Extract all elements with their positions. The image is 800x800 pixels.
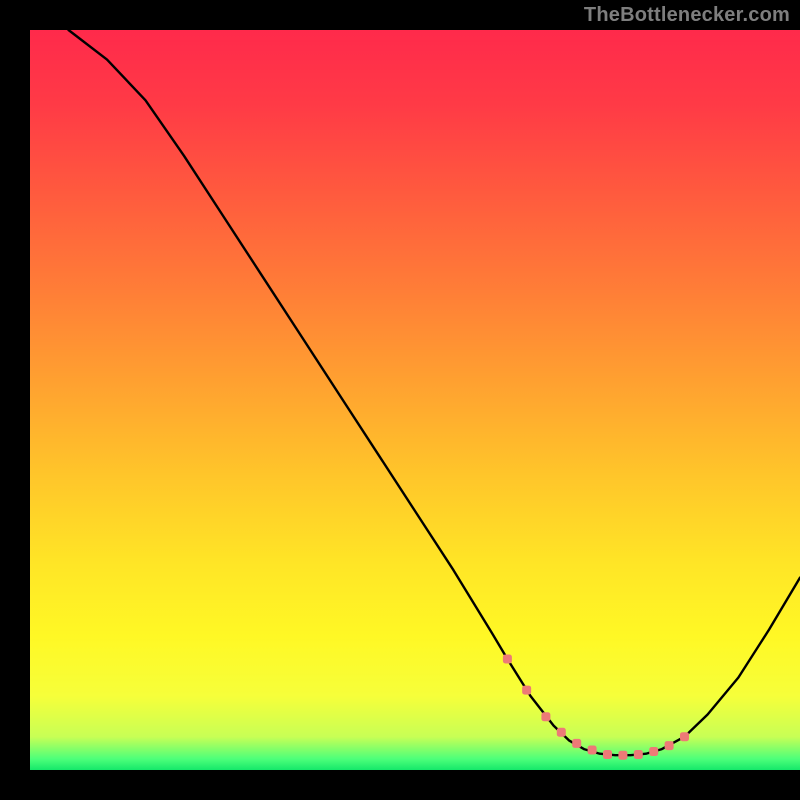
marker-point (557, 728, 566, 737)
marker-point (588, 746, 597, 755)
chart-container: TheBottlenecker.com (0, 0, 800, 800)
marker-point (522, 686, 531, 695)
marker-point (541, 712, 550, 721)
marker-point (634, 750, 643, 759)
marker-point (503, 655, 512, 664)
marker-point (572, 739, 581, 748)
marker-point (680, 732, 689, 741)
marker-point (649, 747, 658, 756)
marker-point (618, 751, 627, 760)
marker-point (603, 750, 612, 759)
bottleneck-chart (0, 0, 800, 800)
plot-background (30, 30, 800, 770)
marker-point (665, 741, 674, 750)
watermark-text: TheBottlenecker.com (584, 4, 790, 27)
